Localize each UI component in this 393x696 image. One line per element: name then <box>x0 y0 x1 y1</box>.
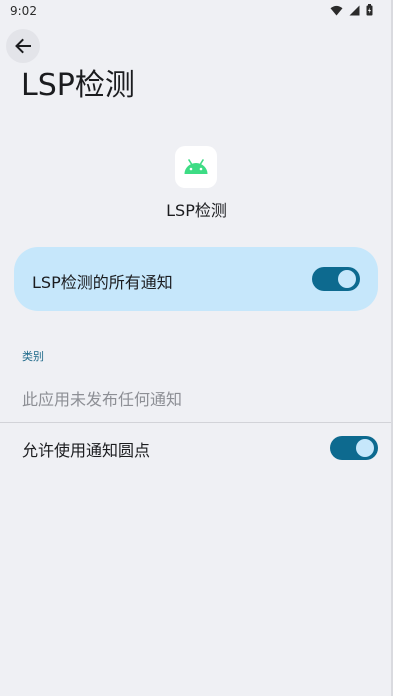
all-notifications-card[interactable]: LSP检测的所有通知 <box>14 247 378 311</box>
status-icons <box>330 4 373 16</box>
divider <box>0 422 393 423</box>
page-title: LSP检测 <box>21 68 135 103</box>
battery-icon <box>366 4 373 16</box>
android-icon <box>184 159 208 174</box>
notification-dot-label[interactable]: 允许使用通知圆点 <box>22 437 150 461</box>
no-notifications-text: 此应用未发布任何通知 <box>22 390 183 409</box>
all-notifications-toggle[interactable] <box>312 267 360 291</box>
wifi-icon <box>330 5 343 15</box>
status-time: 9:02 <box>10 4 37 18</box>
category-heading: 类别 <box>22 350 44 363</box>
back-button[interactable] <box>6 29 40 63</box>
app-icon <box>175 146 217 188</box>
notification-dot-toggle[interactable] <box>330 436 378 460</box>
toggle-knob <box>356 439 374 457</box>
arrow-left-icon <box>15 38 31 54</box>
toggle-knob <box>338 270 356 288</box>
app-name: LSP检测 <box>166 201 227 220</box>
status-bar: 9:02 <box>0 0 393 24</box>
all-notifications-label: LSP检测的所有通知 <box>32 273 173 292</box>
signal-icon <box>349 5 360 15</box>
